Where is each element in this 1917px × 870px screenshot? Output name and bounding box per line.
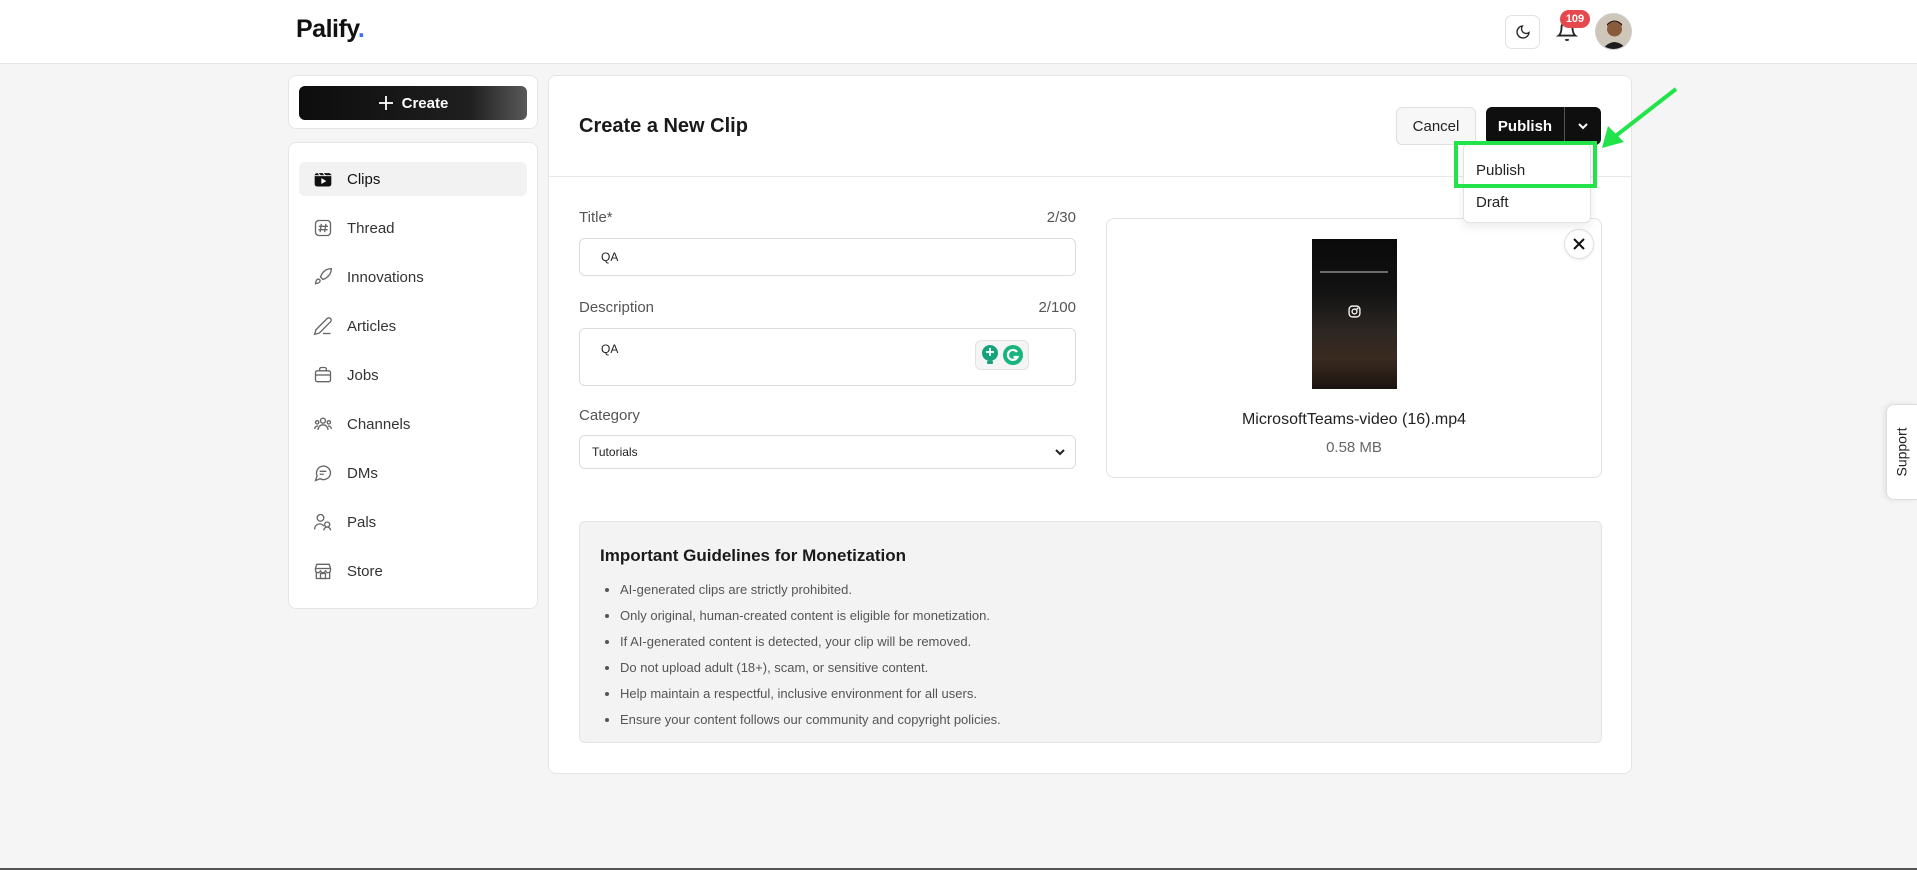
remove-media-button[interactable] — [1564, 229, 1594, 259]
category-selected-value: Tutorials — [592, 445, 638, 459]
title-label: Title* — [579, 209, 613, 226]
category-label: Category — [579, 407, 640, 424]
rocket-icon — [314, 267, 333, 285]
support-label: Support — [1894, 427, 1911, 477]
category-select[interactable]: Tutorials — [579, 435, 1076, 469]
users-icon — [314, 513, 332, 531]
sidebar-item-label: Thread — [347, 219, 395, 237]
annotation-arrow-icon — [1602, 87, 1678, 148]
notification-count-badge: 109 — [1560, 10, 1590, 28]
video-thumbnail[interactable] — [1312, 239, 1397, 389]
list-item: AI-generated clips are strictly prohibit… — [620, 577, 1001, 603]
sidebar-item-innovations[interactable]: Innovations — [299, 260, 527, 294]
monetization-guidelines: Important Guidelines for Monetization AI… — [579, 521, 1602, 743]
create-label: Create — [401, 94, 449, 112]
create-button[interactable]: Create — [299, 86, 527, 120]
title-char-count: 2/30 — [1046, 209, 1076, 226]
support-tab[interactable]: Support — [1886, 404, 1917, 500]
close-icon — [1573, 238, 1585, 250]
sidebar-item-jobs[interactable]: Jobs — [299, 358, 527, 392]
media-file-name: MicrosoftTeams-video (16).mp4 — [1241, 411, 1467, 428]
sidebar-nav: Clips Thread Innovations Articles Jobs C… — [288, 142, 538, 609]
clapperboard-icon — [314, 172, 332, 187]
sidebar-item-label: Innovations — [347, 268, 424, 286]
dropdown-item-draft[interactable]: Draft — [1476, 194, 1509, 211]
create-card: Create — [288, 75, 538, 129]
sidebar-item-thread[interactable]: Thread — [299, 211, 527, 245]
top-header: Palify. 109 — [0, 0, 1917, 64]
guidelines-list: AI-generated clips are strictly prohibit… — [620, 577, 1001, 733]
sidebar-item-label: Articles — [347, 317, 397, 335]
sidebar-item-label: Clips — [347, 170, 381, 188]
chat-bubble-icon — [314, 465, 332, 482]
instagram-icon — [1348, 305, 1361, 318]
guidelines-title: Important Guidelines for Monetization — [600, 546, 906, 565]
sidebar-item-articles[interactable]: Articles — [299, 309, 527, 343]
media-file-size: 0.58 MB — [1326, 439, 1382, 456]
briefcase-icon — [314, 366, 332, 383]
cancel-button[interactable]: Cancel — [1396, 107, 1476, 145]
chevron-down-icon — [1578, 123, 1588, 130]
store-icon — [314, 563, 332, 580]
sidebar-item-label: Store — [347, 562, 383, 580]
grammarly-icon — [1003, 345, 1023, 365]
sidebar-item-dms[interactable]: DMs — [299, 456, 527, 490]
palify-logo[interactable]: Palify. — [296, 15, 365, 44]
description-label: Description — [579, 299, 655, 316]
sidebar-item-label: DMs — [347, 464, 378, 482]
list-item: Do not upload adult (18+), scam, or sens… — [620, 655, 1001, 681]
lightbulb-icon — [982, 345, 998, 364]
hash-icon — [314, 219, 332, 237]
sidebar-item-clips[interactable]: Clips — [299, 162, 527, 196]
list-item: If AI-generated content is detected, you… — [620, 629, 1001, 655]
uploaded-media-card: MicrosoftTeams-video (16).mp4 0.58 MB — [1106, 218, 1602, 478]
sidebar-item-pals[interactable]: Pals — [299, 505, 527, 539]
publish-split-button: Publish — [1486, 107, 1601, 145]
sidebar-item-label: Channels — [347, 415, 411, 433]
theme-toggle-button[interactable] — [1505, 15, 1540, 49]
plus-icon — [378, 96, 393, 110]
description-textarea[interactable]: QA — [579, 328, 1076, 386]
sidebar-item-label: Jobs — [347, 366, 379, 384]
description-value: QA — [601, 342, 619, 356]
moon-icon — [1515, 25, 1530, 39]
sidebar-item-label: Pals — [347, 513, 377, 531]
list-item: Help maintain a respectful, inclusive en… — [620, 681, 1001, 707]
list-item: Ensure your content follows our communit… — [620, 707, 1001, 733]
publish-options-toggle[interactable] — [1565, 107, 1601, 145]
chevron-down-icon — [1055, 449, 1065, 456]
grammarly-widget[interactable] — [975, 340, 1029, 370]
annotation-highlight-box — [1454, 141, 1597, 188]
title-input[interactable]: QA — [579, 238, 1076, 276]
list-item: Only original, human-created content is … — [620, 603, 1001, 629]
page-title: Create a New Clip — [579, 115, 748, 137]
pen-icon — [313, 317, 332, 336]
users-group-icon — [313, 417, 333, 430]
publish-button[interactable]: Publish — [1486, 107, 1565, 145]
sidebar-item-store[interactable]: Store — [299, 554, 527, 588]
description-char-count: 2/100 — [1038, 299, 1076, 316]
user-avatar[interactable] — [1595, 13, 1632, 50]
sidebar-item-channels[interactable]: Channels — [299, 407, 527, 441]
